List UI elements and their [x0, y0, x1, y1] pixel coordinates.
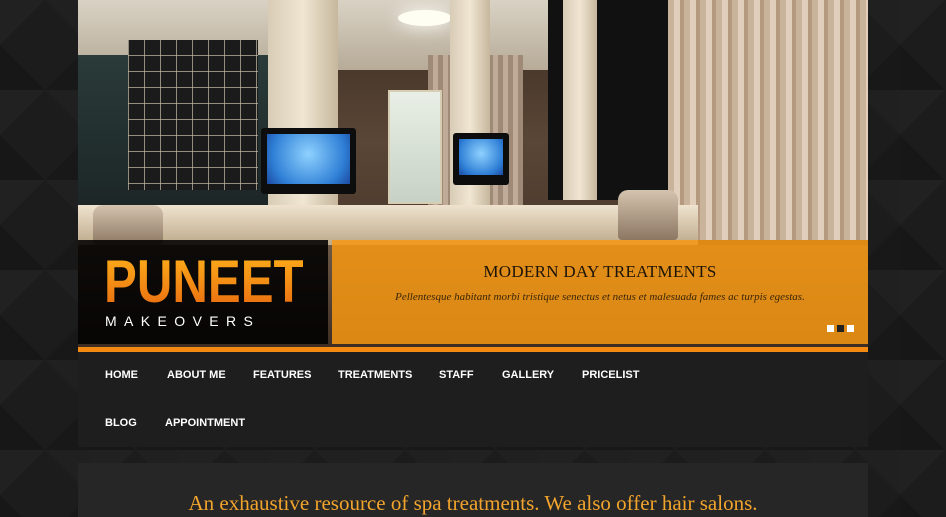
slide-image-pillar-right [563, 0, 597, 200]
slide-image-monitor-right [453, 133, 509, 185]
content-heading: An exhaustive resource of spa treatments… [188, 491, 758, 515]
slider-dot-2[interactable] [837, 325, 844, 332]
nav-item-features[interactable]: FEATURES [253, 369, 311, 381]
slide-image-counter [78, 205, 698, 245]
nav-item-gallery[interactable]: GALLERY [502, 369, 554, 381]
page-wrapper: PUNEET MAKEOVERS MODERN DAY TREATMENTS P… [78, 0, 868, 517]
slide-image-chair-right [618, 190, 678, 240]
slide-caption-text: Pellentesque habitant morbi tristique se… [395, 291, 805, 303]
slider-pagination [827, 325, 857, 333]
slide-image-monitor-left [261, 128, 356, 194]
content-section: An exhaustive resource of spa treatments… [78, 463, 868, 517]
slider-dot-3[interactable] [847, 325, 854, 332]
nav-item-treatments[interactable]: TREATMENTS [338, 369, 412, 381]
nav-item-home[interactable]: HOME [105, 369, 138, 381]
slide-image-shelf [388, 90, 442, 204]
hero-slider: PUNEET MAKEOVERS MODERN DAY TREATMENTS P… [78, 0, 868, 352]
slider-dot-1[interactable] [827, 325, 834, 332]
nav-item-about-me[interactable]: ABOUT ME [167, 369, 226, 381]
logo-title[interactable]: PUNEET [104, 250, 304, 314]
nav-item-pricelist[interactable]: PRICELIST [582, 369, 639, 381]
slide-caption: MODERN DAY TREATMENTS Pellentesque habit… [332, 240, 868, 344]
slide-caption-title: MODERN DAY TREATMENTS [483, 262, 717, 281]
slide-image-lattice [128, 40, 258, 190]
nav-item-blog[interactable]: BLOG [105, 417, 137, 429]
nav-item-staff[interactable]: STAFF [439, 369, 474, 381]
main-navigation: HOME ABOUT ME FEATURES TREATMENTS STAFF … [78, 352, 868, 447]
slide-image-chair-left [93, 205, 163, 245]
slide-image-light [398, 10, 452, 26]
slide-image-curtain [668, 0, 868, 240]
logo-subtitle: MAKEOVERS [105, 313, 261, 329]
nav-item-appointment[interactable]: APPOINTMENT [165, 417, 245, 429]
